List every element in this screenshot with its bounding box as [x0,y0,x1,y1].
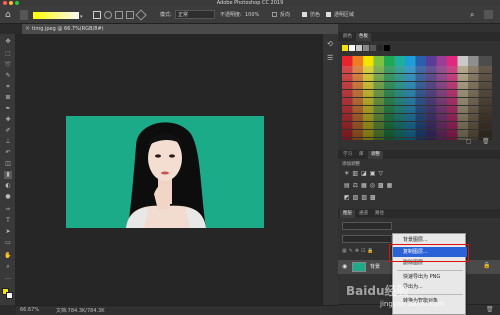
pen-tool-icon[interactable]: ✑ [4,206,12,214]
lock-icon: 🔒 [483,262,491,269]
angle-gradient-icon[interactable] [115,11,123,19]
options-bar: ⌂ ▾ 模式: 正常 不透明度: 100% 反向 仿色 透明区域 ⌕ [0,6,500,24]
close-tab-icon[interactable]: × [25,25,30,32]
swatches-panel-tabs: 颜色 色板 [338,32,500,41]
tab-channels[interactable]: 通道 [356,210,371,218]
blur-tool-icon[interactable]: ◐ [4,182,12,190]
dither-label: 仿色 [310,12,321,18]
tool-preset-picker[interactable] [20,10,28,20]
lasso-tool-icon[interactable]: ➰ [4,61,12,69]
type-tool-icon[interactable]: T [4,217,12,225]
move-tool-icon[interactable]: ✥ [4,38,12,46]
watermark-url: jingyan.baidu.com [380,300,445,308]
layer-thumbnail [352,262,366,272]
tab-libraries[interactable]: 库 [356,151,367,159]
lock-icons[interactable]: ▦✎✥⊡🔒 [342,248,392,256]
adjustments-panel-tabs: 学习 库 调整 [338,150,500,159]
dodge-tool-icon[interactable]: ● [4,193,12,201]
swatches-grid[interactable] [340,43,498,143]
menu-separator [397,270,463,271]
tab-paths[interactable]: 路径 [372,210,387,218]
home-icon[interactable]: ⌂ [5,10,15,20]
panel-dock: ⟲ ☰ [322,34,338,305]
background-color-swatch[interactable] [6,292,13,299]
delete-swatch-icon[interactable]: 🗑 [482,138,490,146]
swatch-shades[interactable] [342,66,492,140]
history-brush-tool-icon[interactable]: ↶ [4,149,12,157]
tab-layers[interactable]: 图层 [340,210,355,218]
gradient-tool-icon[interactable]: ▮ [4,171,12,179]
quick-select-tool-icon[interactable]: ✎ [4,72,12,80]
transparency-checkbox[interactable] [326,12,331,17]
mode-label: 模式: [160,12,172,18]
zoom-tool-icon[interactable]: ⌕ [4,263,12,271]
more-tools-icon[interactable]: … [4,274,12,282]
marquee-tool-icon[interactable]: ⬚ [4,50,12,58]
opacity-label: 不透明度: [220,12,242,18]
portrait-illustration [126,122,206,228]
diamond-gradient-icon[interactable] [135,9,147,21]
healing-brush-tool-icon[interactable]: ✚ [4,116,12,124]
frame-tool-icon[interactable]: ⊠ [4,94,12,102]
document-tab[interactable]: × timg.jpeg @ 66.7%(RGB/8#) [22,24,338,34]
properties-icon[interactable]: ☰ [327,54,335,62]
adjustment-icons-row-2[interactable]: ▤⚖▦◎▩▦ [344,182,424,190]
eye-icon[interactable]: ◉ [342,263,347,270]
tools-panel: ✥ ⬚ ➰ ✎ ⌗ ⊠ ✒ ✚ ✐ ⊥ ↶ ◫ ▮ ◐ ● ✑ T ➤ ▭ ✋ … [0,34,16,305]
search-icon[interactable]: ⌕ [470,10,479,19]
new-swatch-icon[interactable]: ▢ [466,138,474,146]
baidu-watermark: Baidu经验 jingyan.baidu.com [322,284,500,312]
tab-adjustments[interactable]: 调整 [368,151,383,159]
eyedropper-tool-icon[interactable]: ✒ [4,105,12,113]
tab-swatches[interactable]: 色板 [356,33,371,41]
adjustment-icons-row-1[interactable]: ☀▥◪▣▽ [344,170,424,178]
linear-gradient-icon[interactable] [93,11,101,19]
history-icon[interactable]: ⟲ [327,40,335,48]
reverse-checkbox[interactable] [272,12,277,17]
mode-select[interactable]: 正常 [175,10,215,19]
tab-color[interactable]: 颜色 [340,33,355,41]
highlight-annotation-box [389,244,469,262]
opacity-value[interactable]: 100% [245,11,259,19]
clone-stamp-tool-icon[interactable]: ⊥ [4,138,12,146]
reverse-label: 反向 [280,12,291,18]
blend-mode-select[interactable] [342,235,392,243]
radial-gradient-icon[interactable] [104,11,112,19]
transparency-label: 透明区域 [334,12,355,18]
zoom-level[interactable]: 66.67% [20,307,39,313]
add-adjustment-label: 添加调整 [342,162,360,167]
document-tab-title: timg.jpeg @ 66.7%(RGB/8#) [32,26,104,32]
chevron-down-icon[interactable]: ▾ [80,14,83,20]
adjustment-icons-row-3[interactable]: ◩▧▨▩ [344,194,424,202]
reflected-gradient-icon[interactable] [126,11,134,19]
rectangle-tool-icon[interactable]: ▭ [4,239,12,247]
watermark-brand: Baidu经验 [346,284,409,298]
menu-item-quick-export[interactable]: 快速导出为 PNG [393,272,467,282]
path-select-tool-icon[interactable]: ➤ [4,228,12,236]
document-info: 文档:784.3K/784.3K [56,308,105,314]
gradient-preview-swatch[interactable] [33,12,79,19]
hand-tool-icon[interactable]: ✋ [4,252,12,260]
layer-name[interactable]: 背景 [370,263,380,270]
document-image[interactable] [66,116,264,228]
brush-tool-icon[interactable]: ✐ [4,127,12,135]
eraser-tool-icon[interactable]: ◫ [4,160,12,168]
workspace-icon[interactable] [484,10,493,19]
layer-filter-select[interactable] [342,222,392,230]
dither-checkbox[interactable] [302,12,307,17]
status-bar: 66.67% 文档:784.3K/784.3K [16,305,338,315]
tab-learn[interactable]: 学习 [340,151,355,159]
layers-panel-tabs: 图层 通道 路径 [338,209,500,218]
crop-tool-icon[interactable]: ⌗ [4,83,12,91]
